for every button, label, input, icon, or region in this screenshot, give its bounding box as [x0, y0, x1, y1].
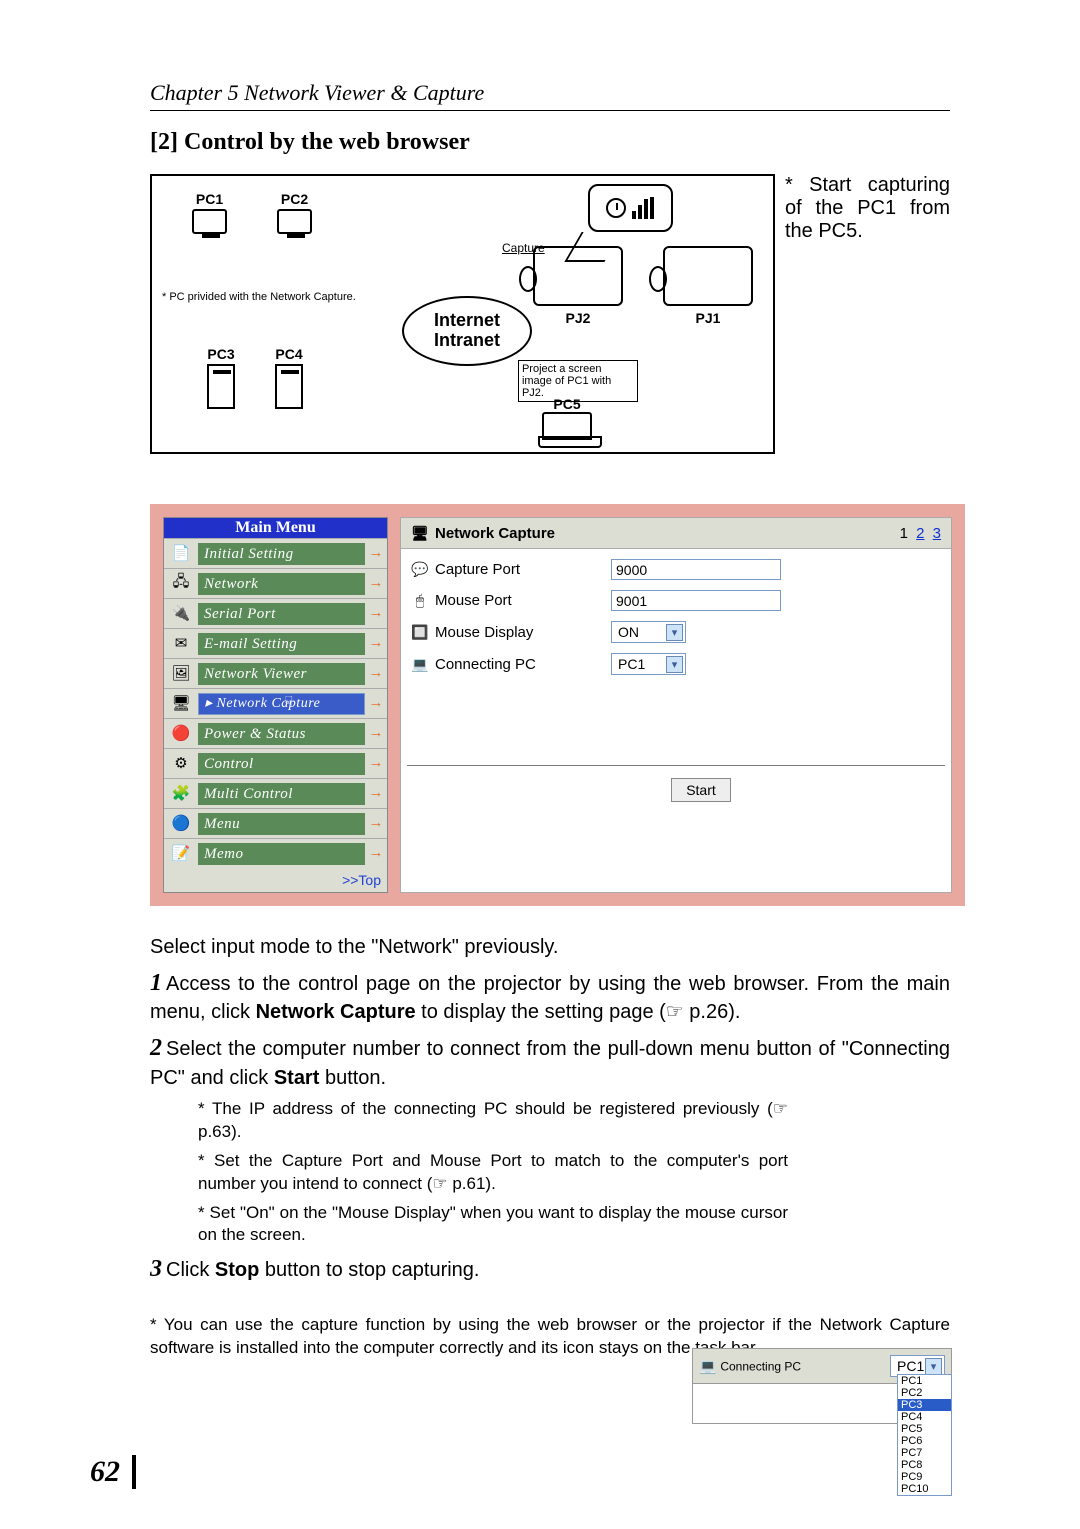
menu-icon: 🔴 [168, 721, 194, 747]
start-button[interactable]: Start [671, 778, 731, 802]
mouse-port-label: Mouse Port [435, 592, 512, 609]
chapter-heading: Chapter 5 Network Viewer & Capture [150, 80, 950, 111]
top-link[interactable]: >>Top [164, 868, 387, 892]
section-title: [2] Control by the web browser [150, 129, 950, 156]
sub-note-1: * The IP address of the connecting PC sh… [198, 1098, 788, 1144]
menu-arrow-icon: → [365, 635, 387, 652]
step-2: 2Select the computer number to connect f… [150, 1032, 950, 1091]
mini-option[interactable]: PC7 [898, 1447, 951, 1459]
menu-label: Initial Setting [198, 543, 365, 565]
pj1-label: PJ1 [663, 310, 753, 326]
menu-item-network-capture[interactable]: 🖥▸ Network Capture→ [164, 688, 387, 718]
panel-icon: 🖥 [411, 524, 429, 542]
menu-label: ▸ Network Capture [198, 693, 365, 715]
menu-item-e-mail-setting[interactable]: ✉E-mail Setting→ [164, 628, 387, 658]
menu-icon: 🖼 [168, 661, 194, 687]
capture-port-label: Capture Port [435, 561, 520, 578]
menu-arrow-icon: → [365, 665, 387, 682]
menu-item-initial-setting[interactable]: 📄Initial Setting→ [164, 538, 387, 568]
menu-icon: 🖧 [168, 571, 194, 597]
menu-item-network[interactable]: 🖧Network→ [164, 568, 387, 598]
menu-arrow-icon: → [365, 815, 387, 832]
mouse-port-icon: 🖱 [411, 592, 429, 610]
menu-label: Multi Control [198, 783, 365, 805]
menu-label: Power & Status [198, 723, 365, 745]
menu-icon: 🔌 [168, 601, 194, 627]
mini-option[interactable]: PC1 [898, 1375, 951, 1387]
menu-icon: 📄 [168, 541, 194, 567]
menu-item-serial-port[interactable]: 🔌Serial Port→ [164, 598, 387, 628]
pj2-label: PJ2 [533, 310, 623, 326]
pc3-label: PC3 [207, 346, 235, 362]
internet-oval: InternetIntranet [402, 296, 532, 366]
menu-arrow-icon: → [365, 695, 387, 712]
mini-option[interactable]: PC4 [898, 1411, 951, 1423]
menu-label: E-mail Setting [198, 633, 365, 655]
menu-item-multi-control[interactable]: 🧩Multi Control→ [164, 778, 387, 808]
menu-item-memo[interactable]: 📝Memo→ [164, 838, 387, 868]
settings-panel: 🖥 Network Capture 1 2 3 💬 Capture Port 🖱 Mo… [400, 517, 952, 893]
page-number: 62 [90, 1455, 136, 1489]
menu-arrow-icon: → [365, 545, 387, 562]
menu-item-power-status[interactable]: 🔴Power & Status→ [164, 718, 387, 748]
menu-icon: ⚙ [168, 751, 194, 777]
main-menu: Main Menu 📄Initial Setting→🖧Network→🔌Ser… [163, 517, 388, 893]
menu-label: Network [198, 573, 365, 595]
menu-label: Memo [198, 843, 365, 865]
intro-text: Select input mode to the "Network" previ… [150, 934, 950, 961]
menu-item-control[interactable]: ⚙Control→ [164, 748, 387, 778]
balloon-icon [588, 184, 673, 232]
pc4-label: PC4 [275, 346, 303, 362]
menu-arrow-icon: → [365, 575, 387, 592]
side-note: * Start capturing of the PC1 from the PC… [785, 174, 950, 243]
menu-item-network-viewer[interactable]: 🖼Network Viewer→ [164, 658, 387, 688]
connecting-pc-icon: 💻 [411, 655, 429, 673]
menu-icon: 🖥 [168, 691, 194, 717]
mouse-display-label: Mouse Display [435, 624, 533, 641]
sub-note-2: * Set the Capture Port and Mouse Port to… [198, 1150, 788, 1196]
page-links[interactable]: 1 2 3 [900, 525, 941, 542]
network-diagram: PC1 PC2 * PC privided with the Network C… [150, 174, 775, 454]
mouse-display-icon: 🔲 [411, 623, 429, 641]
capture-port-input[interactable] [611, 559, 781, 580]
menu-label: Network Viewer [198, 663, 365, 685]
menu-arrow-icon: → [365, 605, 387, 622]
mini-option[interactable]: PC2 [898, 1387, 951, 1399]
sub-note-3: * Set "On" on the "Mouse Display" when y… [198, 1202, 788, 1248]
pc2-label: PC2 [277, 191, 312, 207]
mini-option-list[interactable]: PC1PC2PC3PC4PC5PC6PC7PC8PC9PC10 [897, 1374, 952, 1496]
pc5-label: PC5 [542, 396, 592, 412]
menu-label: Menu [198, 813, 365, 835]
mini-dropdown-illustration: 💻 Connecting PC PC1▾ PC1PC2PC3PC4PC5PC6P… [692, 1348, 952, 1424]
mini-option[interactable]: PC5 [898, 1423, 951, 1435]
step-3: 3Click Stop button to stop capturing. [150, 1253, 950, 1285]
main-menu-title: Main Menu [164, 518, 387, 538]
panel-title: Network Capture [435, 525, 555, 542]
menu-arrow-icon: → [365, 755, 387, 772]
mouse-display-select[interactable]: ON▾ [611, 621, 686, 643]
menu-arrow-icon: → [365, 725, 387, 742]
mini-option[interactable]: PC8 [898, 1459, 951, 1471]
web-ui-screenshot: Main Menu 📄Initial Setting→🖧Network→🔌Ser… [150, 504, 965, 906]
menu-arrow-icon: → [365, 845, 387, 862]
mouse-port-input[interactable] [611, 590, 781, 611]
connecting-pc-select[interactable]: PC1▾ [611, 653, 686, 675]
menu-item-menu[interactable]: 🔵Menu→ [164, 808, 387, 838]
menu-icon: 🧩 [168, 781, 194, 807]
menu-label: Serial Port [198, 603, 365, 625]
capture-port-icon: 💬 [411, 561, 429, 579]
menu-arrow-icon: → [365, 785, 387, 802]
mini-option[interactable]: PC10 [898, 1483, 951, 1495]
menu-icon: 🔵 [168, 811, 194, 837]
menu-label: Control [198, 753, 365, 775]
step-1: 1Access to the control page on the proje… [150, 967, 950, 1026]
mini-option[interactable]: PC9 [898, 1471, 951, 1483]
menu-icon: ✉ [168, 631, 194, 657]
menu-icon: 📝 [168, 841, 194, 867]
connecting-pc-label: Connecting PC [435, 656, 536, 673]
mini-option[interactable]: PC3 [898, 1399, 951, 1411]
diagram-footnote: * PC privided with the Network Capture. [162, 291, 356, 303]
pc1-label: PC1 [192, 191, 227, 207]
mini-option[interactable]: PC6 [898, 1435, 951, 1447]
